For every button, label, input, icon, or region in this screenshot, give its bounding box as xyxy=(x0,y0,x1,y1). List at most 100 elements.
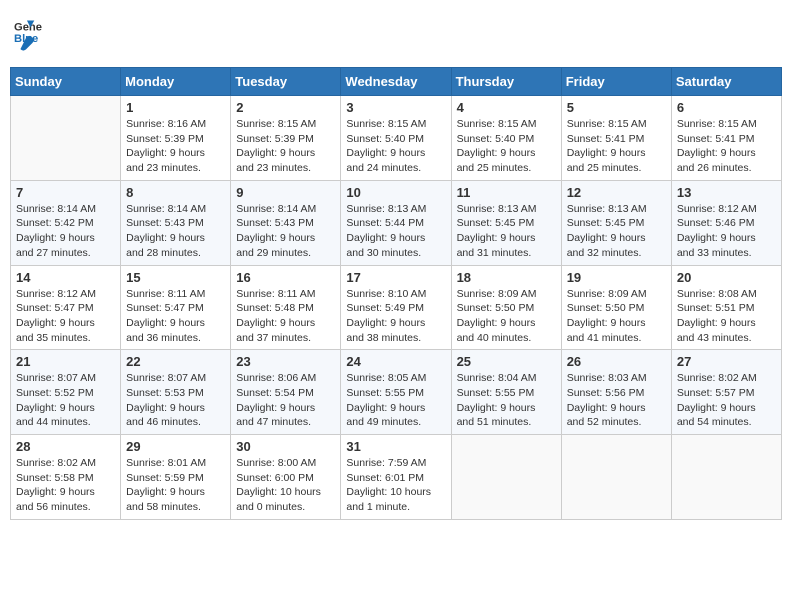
day-number: 24 xyxy=(346,354,445,369)
calendar-cell xyxy=(561,435,671,520)
page-header: General Blue xyxy=(10,10,782,61)
calendar-cell: 27 Sunrise: 8:02 AMSunset: 5:57 PMDayligh… xyxy=(671,350,781,435)
calendar-cell: 9Sunrise: 8:14 AMSunset: 5:43 PMDaylight… xyxy=(231,180,341,265)
day-number: 25 xyxy=(457,354,556,369)
day-number: 23 xyxy=(236,354,335,369)
day-info: Sunrise: 8:15 AMSunset: 5:41 PMDaylight:… xyxy=(567,117,666,176)
day-of-week-header: Wednesday xyxy=(341,68,451,96)
day-of-week-header: Saturday xyxy=(671,68,781,96)
day-info: Sunrise: 8:02 AMSunset: 5:58 PMDaylight:… xyxy=(16,456,115,515)
day-number: 7 xyxy=(16,185,115,200)
day-number: 12 xyxy=(567,185,666,200)
day-info: Sunrise: 8:00 AMSunset: 6:00 PMDaylight:… xyxy=(236,456,335,515)
calendar-cell xyxy=(11,96,121,181)
calendar-week-row: 7 Sunrise: 8:14 AMSunset: 5:42 PMDaylight… xyxy=(11,180,782,265)
day-number: 2 xyxy=(236,100,335,115)
calendar-cell: 11 Sunrise: 8:13 AMSunset: 5:45 PMDayligh… xyxy=(451,180,561,265)
calendar-cell: 2 Sunrise: 8:15 AMSunset: 5:39 PMDaylight… xyxy=(231,96,341,181)
day-number: 15 xyxy=(126,270,225,285)
calendar-cell: 13 Sunrise: 8:12 AMSunset: 5:46 PMDayligh… xyxy=(671,180,781,265)
day-number: 27 xyxy=(677,354,776,369)
day-number: 21 xyxy=(16,354,115,369)
day-info: Sunrise: 8:13 AMSunset: 5:44 PMDaylight:… xyxy=(346,202,445,261)
calendar-cell: 28 Sunrise: 8:02 AMSunset: 5:58 PMDayligh… xyxy=(11,435,121,520)
calendar-cell: 26Sunrise: 8:03 AMSunset: 5:56 PMDayligh… xyxy=(561,350,671,435)
day-info: Sunrise: 8:15 AMSunset: 5:40 PMDaylight:… xyxy=(346,117,445,176)
day-number: 22 xyxy=(126,354,225,369)
day-info: Sunrise: 8:12 AMSunset: 5:47 PMDaylight:… xyxy=(16,287,115,346)
day-info: Sunrise: 8:08 AMSunset: 5:51 PMDaylight:… xyxy=(677,287,776,346)
day-number: 20 xyxy=(677,270,776,285)
day-number: 31 xyxy=(346,439,445,454)
day-number: 11 xyxy=(457,185,556,200)
calendar-week-row: 28 Sunrise: 8:02 AMSunset: 5:58 PMDayligh… xyxy=(11,435,782,520)
day-info: Sunrise: 8:10 AMSunset: 5:49 PMDaylight:… xyxy=(346,287,445,346)
day-number: 8 xyxy=(126,185,225,200)
calendar-cell: 5 Sunrise: 8:15 AMSunset: 5:41 PMDaylight… xyxy=(561,96,671,181)
calendar-cell: 18 Sunrise: 8:09 AMSunset: 5:50 PMDayligh… xyxy=(451,265,561,350)
calendar-cell: 30Sunrise: 8:00 AMSunset: 6:00 PMDayligh… xyxy=(231,435,341,520)
calendar-cell: 31 Sunrise: 7:59 AMSunset: 6:01 PMDayligh… xyxy=(341,435,451,520)
calendar-cell: 17 Sunrise: 8:10 AMSunset: 5:49 PMDayligh… xyxy=(341,265,451,350)
day-number: 4 xyxy=(457,100,556,115)
day-number: 1 xyxy=(126,100,225,115)
calendar-cell: 10Sunrise: 8:13 AMSunset: 5:44 PMDayligh… xyxy=(341,180,451,265)
calendar-cell: 15 Sunrise: 8:11 AMSunset: 5:47 PMDayligh… xyxy=(121,265,231,350)
calendar-cell: 25 Sunrise: 8:04 AMSunset: 5:55 PMDayligh… xyxy=(451,350,561,435)
day-info: Sunrise: 8:11 AMSunset: 5:47 PMDaylight:… xyxy=(126,287,225,346)
day-info: Sunrise: 8:14 AMSunset: 5:43 PMDaylight:… xyxy=(236,202,335,261)
day-number: 19 xyxy=(567,270,666,285)
day-of-week-header: Thursday xyxy=(451,68,561,96)
day-info: Sunrise: 8:11 AMSunset: 5:48 PMDaylight:… xyxy=(236,287,335,346)
day-number: 5 xyxy=(567,100,666,115)
day-of-week-header: Sunday xyxy=(11,68,121,96)
day-info: Sunrise: 8:13 AMSunset: 5:45 PMDaylight:… xyxy=(457,202,556,261)
logo-wave-icon xyxy=(16,33,38,55)
day-info: Sunrise: 8:15 AMSunset: 5:40 PMDaylight:… xyxy=(457,117,556,176)
calendar-week-row: 14Sunrise: 8:12 AMSunset: 5:47 PMDayligh… xyxy=(11,265,782,350)
day-info: Sunrise: 8:04 AMSunset: 5:55 PMDaylight:… xyxy=(457,371,556,430)
logo: General Blue xyxy=(14,16,42,55)
day-info: Sunrise: 8:14 AMSunset: 5:43 PMDaylight:… xyxy=(126,202,225,261)
day-info: Sunrise: 8:02 AMSunset: 5:57 PMDaylight:… xyxy=(677,371,776,430)
day-number: 28 xyxy=(16,439,115,454)
calendar-cell: 21Sunrise: 8:07 AMSunset: 5:52 PMDayligh… xyxy=(11,350,121,435)
day-number: 6 xyxy=(677,100,776,115)
day-number: 13 xyxy=(677,185,776,200)
day-of-week-header: Monday xyxy=(121,68,231,96)
calendar-cell: 19 Sunrise: 8:09 AMSunset: 5:50 PMDayligh… xyxy=(561,265,671,350)
calendar-cell: 3Sunrise: 8:15 AMSunset: 5:40 PMDaylight… xyxy=(341,96,451,181)
day-info: Sunrise: 8:12 AMSunset: 5:46 PMDaylight:… xyxy=(677,202,776,261)
calendar-cell: 22 Sunrise: 8:07 AMSunset: 5:53 PMDayligh… xyxy=(121,350,231,435)
day-number: 16 xyxy=(236,270,335,285)
calendar-cell: 4 Sunrise: 8:15 AMSunset: 5:40 PMDaylight… xyxy=(451,96,561,181)
day-info: Sunrise: 8:15 AMSunset: 5:39 PMDaylight:… xyxy=(236,117,335,176)
calendar-cell: 7 Sunrise: 8:14 AMSunset: 5:42 PMDaylight… xyxy=(11,180,121,265)
calendar-cell xyxy=(671,435,781,520)
day-info: Sunrise: 8:16 AMSunset: 5:39 PMDaylight:… xyxy=(126,117,225,176)
day-info: Sunrise: 7:59 AMSunset: 6:01 PMDaylight:… xyxy=(346,456,445,515)
calendar-cell: 8 Sunrise: 8:14 AMSunset: 5:43 PMDaylight… xyxy=(121,180,231,265)
day-info: Sunrise: 8:01 AMSunset: 5:59 PMDaylight:… xyxy=(126,456,225,515)
day-number: 17 xyxy=(346,270,445,285)
day-info: Sunrise: 8:03 AMSunset: 5:56 PMDaylight:… xyxy=(567,371,666,430)
day-of-week-header: Tuesday xyxy=(231,68,341,96)
day-of-week-header: Friday xyxy=(561,68,671,96)
day-info: Sunrise: 8:15 AMSunset: 5:41 PMDaylight:… xyxy=(677,117,776,176)
day-info: Sunrise: 8:14 AMSunset: 5:42 PMDaylight:… xyxy=(16,202,115,261)
svg-text:General: General xyxy=(14,22,42,34)
day-info: Sunrise: 8:06 AMSunset: 5:54 PMDaylight:… xyxy=(236,371,335,430)
day-info: Sunrise: 8:07 AMSunset: 5:53 PMDaylight:… xyxy=(126,371,225,430)
calendar-cell: 24Sunrise: 8:05 AMSunset: 5:55 PMDayligh… xyxy=(341,350,451,435)
calendar-cell: 16 Sunrise: 8:11 AMSunset: 5:48 PMDayligh… xyxy=(231,265,341,350)
day-number: 29 xyxy=(126,439,225,454)
day-info: Sunrise: 8:09 AMSunset: 5:50 PMDaylight:… xyxy=(567,287,666,346)
day-info: Sunrise: 8:13 AMSunset: 5:45 PMDaylight:… xyxy=(567,202,666,261)
calendar-cell: 12 Sunrise: 8:13 AMSunset: 5:45 PMDayligh… xyxy=(561,180,671,265)
calendar-cell: 1 Sunrise: 8:16 AMSunset: 5:39 PMDaylight… xyxy=(121,96,231,181)
day-info: Sunrise: 8:09 AMSunset: 5:50 PMDaylight:… xyxy=(457,287,556,346)
calendar-header-row: SundayMondayTuesdayWednesdayThursdayFrid… xyxy=(11,68,782,96)
calendar-table: SundayMondayTuesdayWednesdayThursdayFrid… xyxy=(10,67,782,520)
calendar-week-row: 21Sunrise: 8:07 AMSunset: 5:52 PMDayligh… xyxy=(11,350,782,435)
day-number: 18 xyxy=(457,270,556,285)
